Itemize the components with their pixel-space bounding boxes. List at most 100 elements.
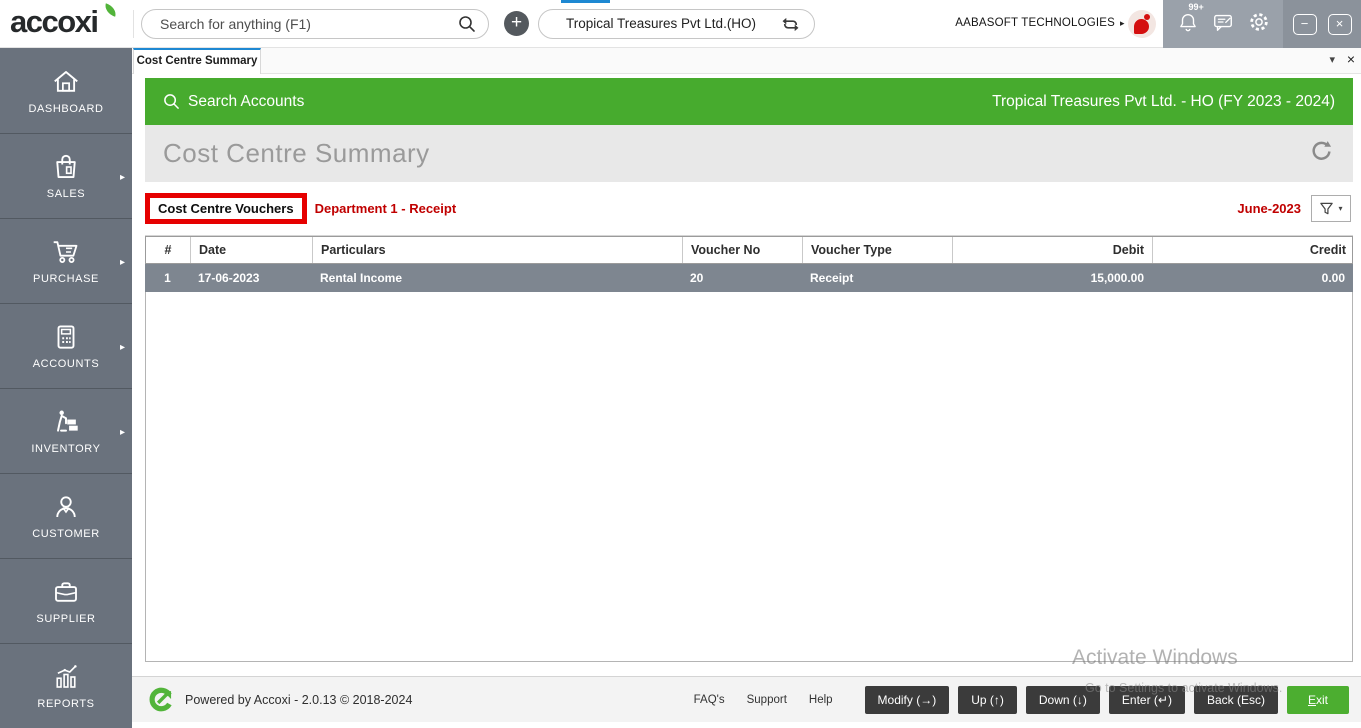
faq-link[interactable]: FAQ's [694,694,725,706]
column-header-voucher-no[interactable]: Voucher No [683,237,803,263]
tab-cost-centre-summary[interactable]: Cost Centre Summary [133,48,261,74]
table-empty-area [145,292,1353,662]
submenu-arrow-icon: ▸ [119,342,125,353]
modify-button[interactable]: Modify (→) [864,685,950,714]
topbar-divider [133,10,134,38]
sidebar-item-label: SALES [46,188,86,200]
search-accounts-button[interactable]: Search Accounts [163,93,304,111]
period-label: June-2023 [1237,201,1301,216]
organization-name[interactable]: AABASOFT TECHNOLOGIES [950,17,1115,29]
filter-button[interactable]: ▾ [1311,195,1351,222]
notification-badge: 99+ [1188,1,1204,12]
help-link[interactable]: Help [809,694,833,706]
tab-strip: Cost Centre Summary ▾ × [132,48,1361,74]
person-icon [56,496,76,518]
sidebar-item-label: SUPPLIER [36,613,96,625]
exit-button[interactable]: Exit [1286,685,1349,714]
shopping-bag-icon [56,154,76,178]
bell-icon [1179,13,1196,31]
sidebar-nav: DASHBOARD SALES ▸ PURCHASE ▸ ACCOUNTS ▸ [0,48,132,728]
voucher-table: # Date Particulars Voucher No Voucher Ty… [145,236,1353,662]
global-search[interactable] [141,9,489,39]
sidebar-item-sales[interactable]: SALES ▸ [0,133,132,218]
search-accounts-label: Search Accounts [188,92,305,110]
activate-windows-watermark: Activate Windows [1072,646,1238,669]
up-button[interactable]: Up (↑) [958,685,1017,714]
sidebar-item-label: CUSTOMER [32,528,100,540]
row-particulars: Rental Income [320,271,403,285]
settings-button[interactable] [1248,11,1270,38]
chat-icon [1214,14,1232,31]
row-voucher-no: 20 [690,271,704,285]
main-area: Cost Centre Summary ▾ × Search Accounts … [132,48,1361,728]
sidebar-item-accounts[interactable]: ACCOUNTS ▸ [0,303,132,388]
sidebar-item-customer[interactable]: CUSTOMER [0,473,132,558]
sidebar-item-purchase[interactable]: PURCHASE ▸ [0,218,132,303]
tab-close-icon[interactable]: × [1347,51,1355,67]
cost-centre-vouchers-label: Cost Centre Vouchers [145,193,307,224]
account-header-bar: Search Accounts Tropical Treasures Pvt L… [145,78,1353,125]
table-row[interactable]: 1 17-06-2023 Rental Income 20 Receipt 15… [145,264,1353,292]
tab-list-dropdown-icon[interactable]: ▾ [1329,53,1335,66]
search-icon [164,94,179,109]
submenu-arrow-icon: ▸ [119,172,125,183]
sidebar-item-label: PURCHASE [33,273,99,285]
company-financial-year: Tropical Treasures Pvt Ltd. - HO (FY 202… [992,92,1335,110]
submenu-arrow-icon: ▸ [119,427,125,438]
row-index: 1 [164,271,171,285]
column-header-debit[interactable]: Debit [953,237,1153,263]
org-caret-icon[interactable]: ▸ [1120,18,1125,29]
company-selector-value: Tropical Treasures Pvt Ltd.(HO) [566,16,757,31]
sidebar-item-reports[interactable]: REPORTS [0,643,132,728]
minimize-button[interactable]: − [1292,13,1317,35]
refresh-icon [1312,140,1332,160]
voucher-toolbar: Cost Centre Vouchers Department 1 - Rece… [145,182,1353,236]
topbar-icon-strip: 99+ [1163,0,1283,48]
column-header-index[interactable]: # [146,237,191,263]
top-bar: accoxi + Tropical Treasures Pvt Ltd.(HO)… [0,0,1361,48]
column-header-particulars[interactable]: Particulars [313,237,683,263]
inventory-trolley-icon [57,410,78,432]
sidebar-item-inventory[interactable]: INVENTORY ▸ [0,388,132,473]
sidebar-item-label: INVENTORY [31,443,101,455]
search-icon[interactable] [458,15,476,38]
logo-leaf-icon [102,3,119,17]
user-avatar[interactable] [1128,10,1156,38]
add-button[interactable]: + [504,11,529,36]
home-icon [54,70,78,92]
refresh-button[interactable] [1308,138,1335,170]
top-accent-strip [561,0,610,3]
sidebar-item-label: DASHBOARD [28,102,104,115]
department-selection-label: Department 1 - Receipt [314,201,457,216]
row-date: 17-06-2023 [198,271,260,285]
sidebar-item-dashboard[interactable]: DASHBOARD [0,48,132,133]
accoxi-logo: accoxi [10,4,99,39]
sidebar-item-label: REPORTS [37,698,95,710]
messages-button[interactable] [1212,11,1234,38]
activate-windows-settings-watermark: Go to Settings to activate Windows. [1085,681,1283,695]
company-selector[interactable]: Tropical Treasures Pvt Ltd.(HO) [538,9,815,39]
notifications-button[interactable]: 99+ [1177,2,1204,38]
cart-icon [53,241,78,263]
accoxi-footer-logo [149,687,172,712]
page-title: Cost Centre Summary [163,138,430,168]
column-header-date[interactable]: Date [191,237,313,263]
footer-links: FAQ's Support Help [694,694,833,706]
column-header-voucher-type[interactable]: Voucher Type [803,237,953,263]
close-button[interactable]: × [1327,13,1352,35]
column-header-credit[interactable]: Credit [1153,237,1354,263]
switch-company-icon[interactable] [781,15,800,39]
filter-caret-icon: ▾ [1338,204,1343,213]
submenu-arrow-icon: ▸ [119,257,125,268]
bar-chart-icon [56,665,77,688]
search-input[interactable] [160,11,450,37]
calculator-icon [57,325,75,349]
support-link[interactable]: Support [747,694,787,706]
powered-by-text: Powered by Accoxi - 2.0.13 © 2018-2024 [185,692,413,707]
row-voucher-type: Receipt [810,271,854,285]
table-header-row: # Date Particulars Voucher No Voucher Ty… [145,236,1353,264]
filter-funnel-icon [1320,202,1334,215]
sidebar-item-supplier[interactable]: SUPPLIER [0,558,132,643]
row-debit: 15,000.00 [1090,271,1144,285]
briefcase-icon [55,582,77,602]
